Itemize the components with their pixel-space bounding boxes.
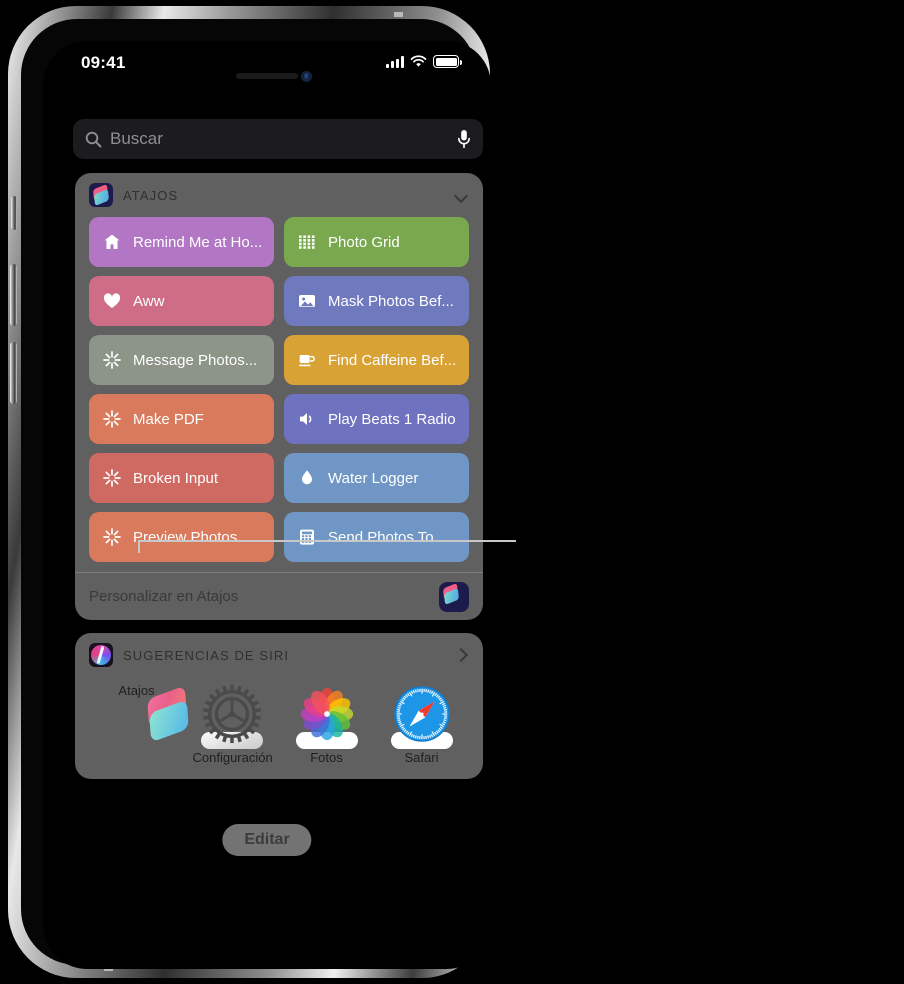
shortcut-tile-label: Message Photos... xyxy=(133,351,258,369)
status-bar-time: 09:41 xyxy=(81,53,126,72)
phone-bezel: 09:41 Buscar ATAJOS Remind Me at Ho... P… xyxy=(21,19,491,969)
shortcut-tile-label: Aww xyxy=(133,292,165,310)
shortcut-tile[interactable]: Play Beats 1 Radio xyxy=(284,394,469,444)
safari-compass-icon xyxy=(390,686,453,749)
siri-app-label: Fotos xyxy=(310,750,343,765)
sparkle-icon xyxy=(103,410,121,428)
siri-app-item[interactable]: Safari xyxy=(383,683,461,765)
callout-line-horizontal xyxy=(138,540,516,542)
edit-button[interactable]: Editar xyxy=(222,824,312,856)
calculator-icon xyxy=(300,529,314,545)
photo-icon xyxy=(299,295,315,307)
shortcuts-app-icon xyxy=(439,581,469,612)
shortcuts-app-icon xyxy=(89,183,113,207)
phone-frame: 09:41 Buscar ATAJOS Remind Me at Ho... P… xyxy=(8,6,491,978)
siri-widget-header[interactable]: SUGERENCIAS DE SIRI xyxy=(75,633,483,677)
shortcut-tile[interactable]: Water Logger xyxy=(284,453,469,503)
search-placeholder: Buscar xyxy=(110,129,163,148)
callout-line-vertical xyxy=(138,540,140,553)
coffee-cup-icon xyxy=(299,355,315,367)
shortcut-tile[interactable]: Preview Photos xyxy=(89,512,274,562)
siri-app-list: Atajos Configuración Fotos Safari xyxy=(75,677,483,765)
shortcuts-widget-title: ATAJOS xyxy=(123,187,179,203)
house-icon xyxy=(104,234,120,249)
customize-in-shortcuts-row[interactable]: Personalizar en Atajos xyxy=(75,572,483,620)
settings-gear-icon xyxy=(200,684,263,749)
customize-label: Personalizar en Atajos xyxy=(89,588,239,605)
shortcut-tile[interactable]: Photo Grid xyxy=(284,217,469,267)
phone-screen: 09:41 Buscar ATAJOS Remind Me at Ho... P… xyxy=(43,41,491,969)
siri-app-label: Safari xyxy=(404,750,439,765)
grid-dots-icon xyxy=(299,235,315,249)
shortcut-tile-label: Remind Me at Ho... xyxy=(133,233,263,251)
chevron-down-icon[interactable] xyxy=(453,187,469,203)
sparkle-icon xyxy=(103,469,121,487)
siri-app-item[interactable]: Fotos xyxy=(288,683,366,765)
volume-down-button[interactable] xyxy=(10,342,17,404)
photos-app-icon xyxy=(295,687,358,749)
shortcuts-widget: ATAJOS Remind Me at Ho... Photo Grid Aww Ma… xyxy=(75,173,483,620)
microphone-icon[interactable] xyxy=(457,129,471,149)
sparkle-icon xyxy=(103,351,121,369)
speaker-icon xyxy=(300,413,312,425)
antenna-line-top xyxy=(394,12,403,17)
shortcut-tile-label: Send Photos To... xyxy=(328,528,447,546)
siri-icon xyxy=(89,643,113,667)
shortcut-tile[interactable]: Find Caffeine Bef... xyxy=(284,335,469,385)
siri-widget-title: SUGERENCIAS DE SIRI xyxy=(123,647,290,663)
siri-app-item[interactable]: Atajos xyxy=(98,683,189,765)
shortcuts-widget-header[interactable]: ATAJOS xyxy=(75,173,483,217)
screenshot-stage: 09:41 Buscar ATAJOS Remind Me at Ho... P… xyxy=(0,0,904,984)
shortcut-tile-label: Find Caffeine Bef... xyxy=(328,351,457,369)
shortcut-tile-label: Broken Input xyxy=(133,469,219,487)
shortcut-tile-label: Water Logger xyxy=(328,469,419,487)
shortcuts-tile-grid: Remind Me at Ho... Photo Grid Aww Mask Phot… xyxy=(75,217,483,562)
shortcut-tile[interactable]: Message Photos... xyxy=(89,335,274,385)
siri-app-item[interactable]: Configuración xyxy=(192,683,273,765)
siri-suggestions-widget: SUGERENCIAS DE SIRI Atajos Configuración… xyxy=(75,633,483,779)
edit-button-label: Editar xyxy=(244,831,290,848)
wifi-icon xyxy=(410,55,427,67)
status-bar-indicators xyxy=(386,55,462,68)
cellular-bars-icon xyxy=(386,56,404,68)
sparkle-icon xyxy=(103,528,121,546)
mute-switch[interactable] xyxy=(11,196,17,230)
shortcut-tile[interactable]: Send Photos To... xyxy=(284,512,469,562)
status-bar: 09:41 xyxy=(43,41,491,85)
volume-up-button[interactable] xyxy=(10,264,17,326)
shortcut-tile[interactable]: Remind Me at Ho... xyxy=(89,217,274,267)
shortcut-tile-label: Make PDF xyxy=(133,410,204,428)
chevron-right-icon[interactable] xyxy=(453,647,469,663)
shortcut-tile-label: Preview Photos xyxy=(133,528,238,546)
siri-app-label: Configuración xyxy=(192,750,273,765)
search-icon xyxy=(85,131,102,147)
search-input[interactable]: Buscar xyxy=(73,119,483,159)
shortcut-tile[interactable]: Broken Input xyxy=(89,453,274,503)
shortcut-tile[interactable]: Mask Photos Bef... xyxy=(284,276,469,326)
shortcut-tile[interactable]: Aww xyxy=(89,276,274,326)
water-drop-icon xyxy=(302,470,312,485)
shortcut-tile[interactable]: Make PDF xyxy=(89,394,274,444)
shortcut-tile-label: Mask Photos Bef... xyxy=(328,292,454,310)
shortcut-tile-label: Photo Grid xyxy=(328,233,400,251)
shortcut-tile-label: Play Beats 1 Radio xyxy=(328,410,456,428)
battery-full-icon xyxy=(433,55,462,68)
heart-icon xyxy=(103,293,121,308)
